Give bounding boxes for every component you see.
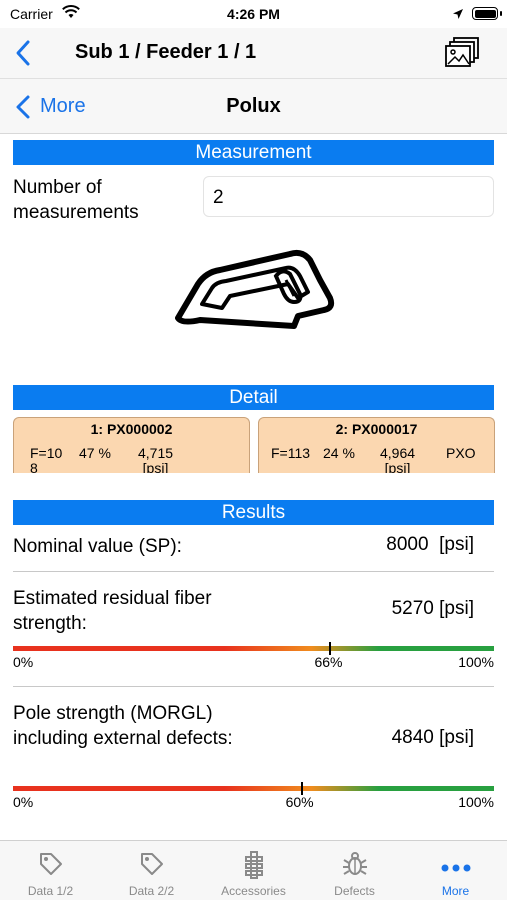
card-percent: 47 %: [79, 445, 111, 461]
measurement-header: Measurement: [13, 140, 494, 165]
top-nav-bar: Sub 1 / Feeder 1 / 1: [0, 28, 507, 78]
residual-value: 5270 [psi]: [391, 598, 474, 619]
clock: 4:26 PM: [227, 6, 280, 22]
card-force: F=113: [271, 445, 311, 461]
nav-title: Sub 1 / Feeder 1 / 1: [75, 41, 257, 63]
card-value: 4,964 [psi]: [380, 445, 416, 474]
measurement-count-label: Number of measurements: [13, 177, 139, 223]
nominal-value: 8000 [psi]: [386, 534, 474, 555]
card-title: 1: PX000002: [90, 421, 173, 437]
tab-data-1[interactable]: Data 1/2: [0, 841, 101, 901]
pole-strength-value: 4840 [psi]: [391, 727, 474, 748]
status-bar: Carrier 4:26 PM: [0, 0, 507, 28]
more-dots-icon: [441, 859, 471, 877]
location-arrow-icon: [452, 7, 464, 25]
tab-accessories[interactable]: Accessories: [203, 841, 304, 901]
card-type: PXO: [446, 445, 476, 461]
measurement-count-input[interactable]: 2: [203, 176, 494, 217]
screen-title: Polux: [226, 95, 281, 117]
divider: [13, 686, 494, 687]
insulator-icon: [243, 851, 265, 884]
residual-label: Estimated residual fiber strength:: [13, 588, 212, 634]
measurement-card[interactable]: 2: PX000017 F=113 24 % 4,964 [psi] PXO: [258, 417, 495, 473]
measurement-card[interactable]: 1: PX000002 F=10 8 47 % 4,715 [psi]: [13, 417, 250, 473]
nominal-label: Nominal value (SP):: [13, 536, 182, 557]
tag-icon: [139, 851, 165, 882]
bar-min-label: 0%: [13, 654, 34, 670]
handsaw-icon: [170, 246, 340, 336]
divider: [13, 571, 494, 572]
residual-percent-label: 66%: [314, 654, 343, 670]
detail-header: Detail: [13, 385, 494, 410]
card-title: 2: PX000017: [335, 421, 418, 437]
back-chevron-icon[interactable]: [12, 38, 36, 68]
residual-strength-bar: [13, 646, 494, 651]
tag-icon: [38, 851, 64, 882]
bar-max-label: 100%: [458, 794, 494, 810]
card-value: 4,715 [psi]: [138, 445, 174, 474]
pole-strength-label: Pole strength (MORGL) including external…: [13, 703, 233, 749]
tab-defects[interactable]: Defects: [304, 841, 405, 901]
bug-icon: [342, 851, 368, 882]
battery-icon: [472, 7, 502, 20]
pole-strength-bar: [13, 786, 494, 791]
bar-max-label: 100%: [458, 654, 494, 670]
tab-more[interactable]: More: [405, 841, 506, 901]
sub-nav-bar: More Polux: [0, 78, 507, 134]
results-header: Results: [13, 500, 494, 525]
card-force: F=10 8: [30, 445, 63, 474]
bar-min-label: 0%: [13, 794, 34, 810]
card-percent: 24 %: [323, 445, 355, 461]
tab-data-2[interactable]: Data 2/2: [101, 841, 202, 901]
pole-percent-label: 60%: [285, 794, 314, 810]
tab-bar: Data 1/2 Data 2/2 Accessories Defects Mo…: [0, 840, 507, 900]
photo-gallery-icon[interactable]: [444, 36, 480, 70]
